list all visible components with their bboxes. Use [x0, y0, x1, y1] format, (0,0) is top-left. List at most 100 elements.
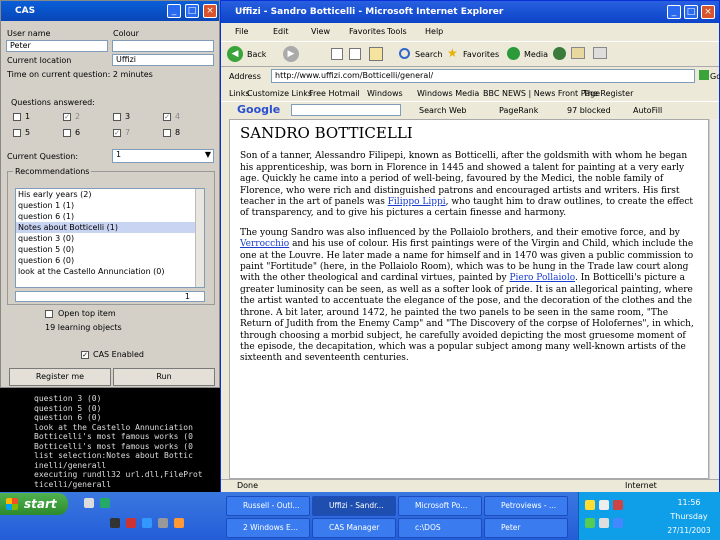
quicklaunch-app-icon[interactable]: [126, 518, 136, 528]
mail-icon[interactable]: [571, 47, 585, 59]
back-button[interactable]: Back: [247, 50, 266, 59]
list-item[interactable]: question 1 (1): [16, 200, 204, 211]
links-item[interactable]: Windows: [367, 89, 403, 98]
taskbar-button[interactable]: Peter: [484, 518, 568, 538]
current-question-select[interactable]: 1 ▼: [112, 149, 214, 163]
tray-icon[interactable]: [599, 500, 609, 510]
list-item[interactable]: question 3 (0): [16, 233, 204, 244]
quicklaunch-cmd-icon[interactable]: [110, 518, 120, 528]
tray-icon[interactable]: [585, 500, 595, 510]
quicklaunch-ie-icon[interactable]: [100, 498, 110, 508]
recommendations-list[interactable]: His early years (2) question 1 (1) questio…: [15, 188, 205, 288]
link-verrocchio[interactable]: Verrocchio: [240, 239, 289, 249]
menu-item-file[interactable]: File: [235, 27, 248, 36]
list-item[interactable]: Notes about Botticelli (1): [16, 222, 204, 233]
current-location-field[interactable]: Uffizi: [112, 54, 214, 66]
list-item[interactable]: His early years (2): [16, 189, 204, 200]
favorites-button[interactable]: Favorites: [463, 50, 499, 59]
ie-maximize-icon[interactable]: □: [684, 5, 698, 19]
taskbar-button[interactable]: c:\DOS: [398, 518, 482, 538]
back-arrow-icon[interactable]: ◀: [227, 46, 243, 62]
question-2-checkbox[interactable]: ✓: [63, 113, 71, 121]
quicklaunch-explorer-icon[interactable]: [158, 518, 168, 528]
spinner-field[interactable]: 1: [15, 291, 205, 302]
home-icon[interactable]: [369, 47, 383, 61]
links-item[interactable]: Customize Links: [247, 89, 312, 98]
search-button[interactable]: Search: [415, 50, 442, 59]
ie-minimize-icon[interactable]: _: [667, 5, 681, 19]
user-name-field[interactable]: Peter: [6, 40, 108, 52]
quicklaunch-mail-icon[interactable]: [142, 518, 152, 528]
pagerank-indicator[interactable]: PageRank: [499, 106, 538, 115]
list-item[interactable]: look at the Castello Annunciation (0): [16, 266, 204, 277]
popup-blocker[interactable]: 97 blocked: [567, 106, 611, 115]
question-4-checkbox[interactable]: ✓: [163, 113, 171, 121]
stop-icon[interactable]: [331, 48, 343, 60]
taskbar-button[interactable]: Russell - Outl...: [226, 496, 310, 516]
google-search-input[interactable]: [291, 104, 401, 116]
minimize-icon[interactable]: _: [167, 4, 181, 18]
question-6-checkbox[interactable]: [63, 129, 71, 137]
question-7-checkbox[interactable]: ✓: [113, 129, 121, 137]
start-button[interactable]: start: [0, 493, 68, 515]
search-icon[interactable]: [399, 48, 410, 59]
quicklaunch-desktop-icon[interactable]: [84, 498, 94, 508]
tray-icon[interactable]: [613, 500, 623, 510]
tray-icon[interactable]: [585, 518, 595, 528]
run-button[interactable]: Run: [113, 368, 215, 386]
links-item[interactable]: Windows Media: [417, 89, 479, 98]
media-icon[interactable]: [507, 47, 520, 60]
menu-item-view[interactable]: View: [311, 27, 330, 36]
chevron-down-icon[interactable]: ▼: [205, 150, 211, 160]
menu-item-help[interactable]: Help: [425, 27, 443, 36]
print-icon[interactable]: [593, 47, 607, 59]
open-top-item-checkbox[interactable]: [45, 310, 53, 318]
taskbar-button[interactable]: Microsoft Po...: [398, 496, 482, 516]
taskbar-button[interactable]: 2 Windows E...: [226, 518, 310, 538]
list-item[interactable]: question 5 (0): [16, 244, 204, 255]
link-piero-pollaiolo[interactable]: Piero Pollaiolo: [509, 273, 575, 283]
menu-item-favorites[interactable]: Favorites: [349, 27, 385, 36]
media-button[interactable]: Media: [524, 50, 548, 59]
close-icon[interactable]: ×: [203, 4, 217, 18]
ie-title-bar[interactable]: Uffizi - Sandro Botticelli - Microsoft I…: [221, 1, 719, 23]
favorites-icon[interactable]: ★: [447, 47, 459, 59]
links-item[interactable]: Free Hotmail: [309, 89, 360, 98]
question-1-checkbox[interactable]: [13, 113, 21, 121]
tray-icon[interactable]: [613, 518, 623, 528]
maximize-icon[interactable]: □: [185, 4, 199, 18]
autofill-button[interactable]: AutoFill: [633, 106, 662, 115]
question-8-checkbox[interactable]: [163, 129, 171, 137]
question-7-label: 7: [125, 128, 131, 137]
menu-item-tools[interactable]: Tools: [387, 27, 407, 36]
question-5-checkbox[interactable]: [13, 129, 21, 137]
link-filippo-lippi[interactable]: Filippo Lippi: [388, 197, 446, 207]
list-item[interactable]: question 6 (1): [16, 211, 204, 222]
question-3-checkbox[interactable]: [113, 113, 121, 121]
list-item[interactable]: question 6 (0): [16, 255, 204, 266]
clock-time[interactable]: 11:56: [661, 498, 717, 507]
tray-icon[interactable]: [599, 518, 609, 528]
google-toolbar: Google Search Web PageRank 97 blocked Au…: [221, 101, 719, 117]
links-item[interactable]: The Register: [583, 89, 633, 98]
menu-item-edit[interactable]: Edit: [273, 27, 289, 36]
google-search-web-button[interactable]: Search Web: [419, 106, 466, 115]
quicklaunch-media-icon[interactable]: [174, 518, 184, 528]
go-arrow-icon[interactable]: [699, 70, 709, 80]
page-scrollbar[interactable]: [709, 119, 719, 479]
go-button[interactable]: Go: [710, 72, 720, 81]
forward-arrow-icon[interactable]: ▶: [283, 46, 299, 62]
taskbar-button[interactable]: CAS Manager: [312, 518, 396, 538]
colour-field[interactable]: [112, 40, 214, 52]
google-logo: Google: [237, 103, 281, 116]
ie-close-icon[interactable]: ×: [701, 5, 715, 19]
taskbar-button[interactable]: Uffizi - Sandr...: [312, 496, 396, 516]
register-me-button[interactable]: Register me: [9, 368, 111, 386]
scrollbar[interactable]: [195, 189, 204, 287]
taskbar-button[interactable]: Petroviews - ...: [484, 496, 568, 516]
history-icon[interactable]: [553, 47, 566, 60]
cas-enabled-checkbox[interactable]: ✓: [81, 351, 89, 359]
colour-label: Colour: [113, 29, 139, 38]
refresh-icon[interactable]: [349, 48, 361, 60]
address-bar[interactable]: http://www.uffizi.com/Botticelli/general…: [271, 69, 695, 83]
